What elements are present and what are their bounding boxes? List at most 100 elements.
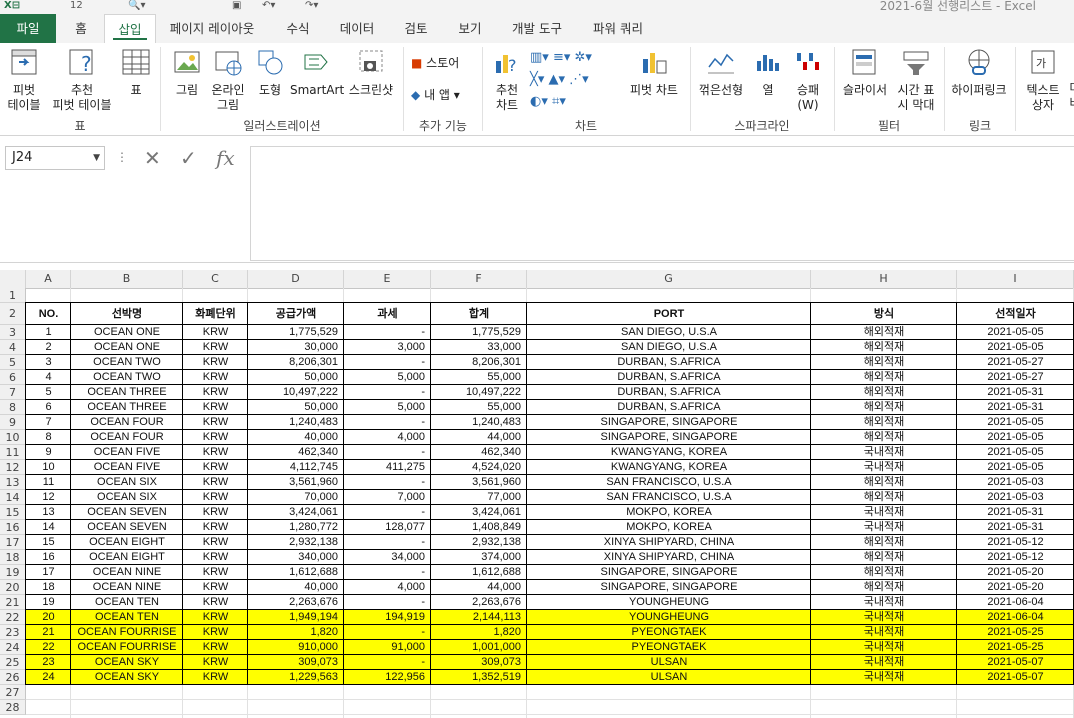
row-header-28[interactable]: 28: [0, 700, 26, 715]
table-cell[interactable]: 5,000: [344, 370, 431, 385]
formula-input[interactable]: [250, 146, 1074, 261]
table-cell[interactable]: KRW: [183, 505, 248, 520]
table-cell[interactable]: SINGAPORE, SINGAPORE: [527, 580, 811, 595]
table-cell[interactable]: 국내적재: [811, 640, 957, 655]
table-cell[interactable]: 2021-05-25: [957, 625, 1074, 640]
table-cell[interactable]: 194,919: [344, 610, 431, 625]
chart-type-gallery[interactable]: ▥▾ ≡▾ ✲▾ ╳▾ ▲▾ ⋰▾ ◐▾ ⌗▾: [530, 47, 620, 113]
table-cell[interactable]: KRW: [183, 400, 248, 415]
table-cell[interactable]: KRW: [183, 535, 248, 550]
header-cell[interactable]: 선적일자: [957, 303, 1074, 325]
table-cell[interactable]: 21: [26, 625, 71, 640]
row-header-1[interactable]: 1: [0, 288, 26, 303]
sparkline-column-button[interactable]: 열: [750, 47, 786, 98]
table-cell[interactable]: OCEAN ONE: [71, 325, 183, 340]
table-cell[interactable]: 77,000: [431, 490, 527, 505]
table-cell[interactable]: KRW: [183, 550, 248, 565]
row-header-22[interactable]: 22: [0, 610, 26, 625]
table-cell[interactable]: DURBAN, S.AFRICA: [527, 385, 811, 400]
table-cell[interactable]: 10: [26, 460, 71, 475]
tab-0[interactable]: 파일: [0, 14, 56, 43]
table-cell[interactable]: OCEAN SIX: [71, 490, 183, 505]
table-cell[interactable]: 20: [26, 610, 71, 625]
table-cell[interactable]: YOUNGHEUNG: [527, 610, 811, 625]
tab-6[interactable]: 검토: [390, 14, 442, 43]
tab-5[interactable]: 데이터: [328, 14, 386, 43]
select-all-corner[interactable]: [0, 270, 26, 288]
table-cell[interactable]: 해외적재: [811, 535, 957, 550]
row-header-27[interactable]: 27: [0, 685, 26, 700]
table-cell[interactable]: KRW: [183, 490, 248, 505]
header-cell[interactable]: 화폐단위: [183, 303, 248, 325]
table-cell[interactable]: 4,112,745: [248, 460, 344, 475]
table-cell[interactable]: 19: [26, 595, 71, 610]
table-cell[interactable]: 8,206,301: [248, 355, 344, 370]
table-cell[interactable]: 4,000: [344, 580, 431, 595]
tab-2[interactable]: 삽입: [104, 14, 156, 43]
table-cell[interactable]: 2021-05-31: [957, 385, 1074, 400]
table-cell[interactable]: 3,000: [344, 340, 431, 355]
table-cell[interactable]: 7: [26, 415, 71, 430]
row-header-25[interactable]: 25: [0, 655, 26, 670]
table-cell[interactable]: MOKPO, KOREA: [527, 520, 811, 535]
table-cell[interactable]: 2021-05-05: [957, 430, 1074, 445]
table-cell[interactable]: OCEAN ONE: [71, 340, 183, 355]
table-cell[interactable]: 462,340: [431, 445, 527, 460]
table-cell[interactable]: 2021-05-05: [957, 340, 1074, 355]
table-cell[interactable]: 2021-05-05: [957, 445, 1074, 460]
row-header-16[interactable]: 16: [0, 520, 26, 535]
table-cell[interactable]: 6: [26, 400, 71, 415]
table-cell[interactable]: KRW: [183, 385, 248, 400]
table-cell[interactable]: KWANGYANG, KOREA: [527, 445, 811, 460]
table-cell[interactable]: 국내적재: [811, 655, 957, 670]
zoom-qat-icon[interactable]: 12: [70, 0, 83, 12]
table-cell[interactable]: 국내적재: [811, 595, 957, 610]
header-cell[interactable]: NO.: [26, 303, 71, 325]
table-cell[interactable]: KRW: [183, 580, 248, 595]
table-cell[interactable]: 34,000: [344, 550, 431, 565]
row-header-11[interactable]: 11: [0, 445, 26, 460]
table-cell[interactable]: 462,340: [248, 445, 344, 460]
table-cell[interactable]: 17: [26, 565, 71, 580]
table-cell[interactable]: KRW: [183, 370, 248, 385]
table-cell[interactable]: DURBAN, S.AFRICA: [527, 400, 811, 415]
table-cell[interactable]: -: [344, 535, 431, 550]
table-cell[interactable]: 1,775,529: [431, 325, 527, 340]
smartart-button[interactable]: SmartArt: [290, 47, 344, 98]
table-cell[interactable]: 128,077: [344, 520, 431, 535]
row-header-21[interactable]: 21: [0, 595, 26, 610]
table-cell[interactable]: XINYA SHIPYARD, CHINA: [527, 535, 811, 550]
table-cell[interactable]: 309,073: [248, 655, 344, 670]
table-cell[interactable]: -: [344, 445, 431, 460]
table-cell[interactable]: 50,000: [248, 370, 344, 385]
table-cell[interactable]: 2021-05-31: [957, 520, 1074, 535]
table-cell[interactable]: KRW: [183, 430, 248, 445]
table-cell[interactable]: KRW: [183, 670, 248, 685]
table-cell[interactable]: 2021-06-04: [957, 610, 1074, 625]
table-cell[interactable]: 2021-05-12: [957, 550, 1074, 565]
row-header-3[interactable]: 3: [0, 325, 26, 340]
table-cell[interactable]: OCEAN SEVEN: [71, 505, 183, 520]
column-header-E[interactable]: E: [344, 270, 431, 288]
table-cell[interactable]: OCEAN SIX: [71, 475, 183, 490]
table-button[interactable]: 표: [118, 47, 154, 98]
table-cell[interactable]: 1,775,529: [248, 325, 344, 340]
table-cell[interactable]: OCEAN EIGHT: [71, 535, 183, 550]
table-cell[interactable]: 4: [26, 370, 71, 385]
table-cell[interactable]: KRW: [183, 460, 248, 475]
table-cell[interactable]: 1,229,563: [248, 670, 344, 685]
table-cell[interactable]: KRW: [183, 445, 248, 460]
table-cell[interactable]: OCEAN FOURRISE: [71, 640, 183, 655]
header-cell[interactable]: 과세: [344, 303, 431, 325]
tab-9[interactable]: 파워 쿼리: [580, 14, 656, 43]
table-cell[interactable]: OCEAN NINE: [71, 580, 183, 595]
enter-check-icon[interactable]: ✓: [180, 146, 197, 170]
pivot-table-button[interactable]: 피벗 테이블: [4, 47, 44, 113]
table-cell[interactable]: 55,000: [431, 400, 527, 415]
table-cell[interactable]: 해외적재: [811, 415, 957, 430]
table-cell[interactable]: 2021-05-03: [957, 475, 1074, 490]
table-cell[interactable]: SAN FRANCISCO, U.S.A: [527, 475, 811, 490]
row-header-23[interactable]: 23: [0, 625, 26, 640]
table-cell[interactable]: 16: [26, 550, 71, 565]
table-cell[interactable]: 국내적재: [811, 625, 957, 640]
